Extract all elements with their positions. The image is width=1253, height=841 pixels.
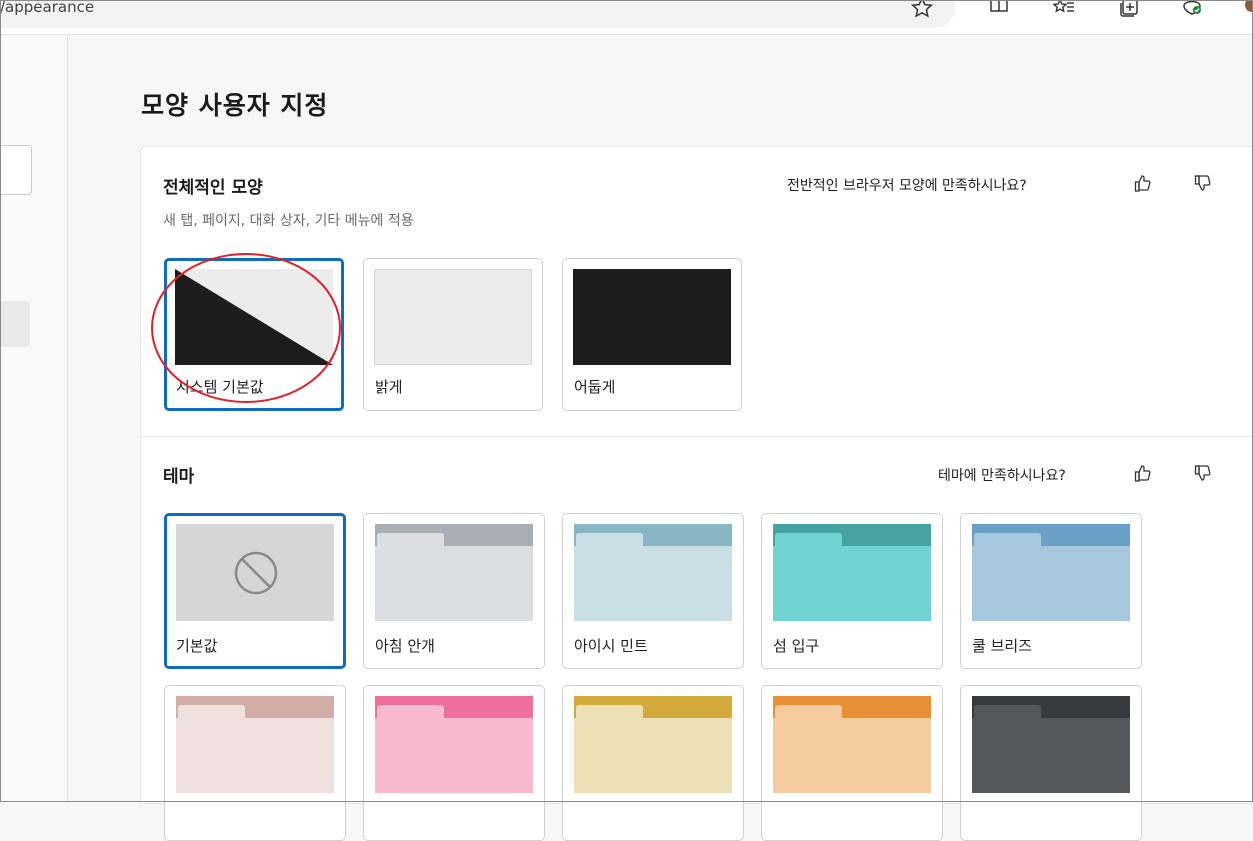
default-theme-preview bbox=[176, 524, 334, 621]
dark-preview bbox=[573, 269, 731, 365]
theme-tile[interactable] bbox=[562, 685, 744, 841]
favorite-star-icon[interactable] bbox=[908, 0, 936, 22]
theme-label: 아이시 민트 bbox=[574, 637, 648, 655]
browser-toolbar: /appearance bbox=[0, 0, 1253, 35]
appearance-option-label: 밝게 bbox=[375, 378, 403, 396]
address-text: /appearance bbox=[0, 0, 95, 16]
theme-folder-preview bbox=[773, 524, 931, 621]
theme-tile-default[interactable]: 기본값 bbox=[164, 513, 346, 669]
no-theme-icon bbox=[234, 551, 278, 595]
collections-icon[interactable] bbox=[1115, 0, 1143, 22]
browser-essentials-icon[interactable] bbox=[1178, 0, 1206, 22]
split-screen-icon[interactable] bbox=[985, 0, 1013, 22]
theme-tile[interactable]: 아이시 민트 bbox=[562, 513, 744, 669]
appearance-option-light[interactable]: 밝게 bbox=[363, 258, 543, 411]
appearance-section-title: 전체적인 모양 bbox=[163, 178, 263, 198]
section-divider bbox=[140, 436, 1253, 437]
theme-tile[interactable] bbox=[363, 685, 545, 841]
theme-tile[interactable]: 쿨 브리즈 bbox=[960, 513, 1142, 669]
profile-avatar-icon[interactable] bbox=[1236, 0, 1253, 22]
theme-tile[interactable] bbox=[960, 685, 1142, 841]
theme-feedback-question: 테마에 만족하시나요? bbox=[938, 468, 1066, 484]
theme-folder-preview bbox=[972, 696, 1130, 793]
settings-search-input[interactable] bbox=[0, 145, 32, 195]
settings-sidebar bbox=[0, 35, 68, 802]
page-title: 모양 사용자 지정 bbox=[141, 91, 329, 120]
annotation-circle bbox=[151, 253, 341, 403]
thumbs-down-icon[interactable] bbox=[1190, 460, 1216, 486]
address-bar[interactable]: /appearance bbox=[0, 0, 955, 28]
theme-folder-preview bbox=[574, 696, 732, 793]
theme-section-title: 테마 bbox=[163, 467, 195, 487]
appearance-feedback-question: 전반적인 브라우저 모양에 만족하시나요? bbox=[787, 178, 1027, 194]
theme-tile[interactable]: 아침 안개 bbox=[363, 513, 545, 669]
thumbs-up-icon[interactable] bbox=[1130, 170, 1156, 196]
favorites-list-icon[interactable] bbox=[1050, 0, 1078, 22]
theme-folder-preview bbox=[375, 524, 533, 621]
appearance-section-subtitle: 새 탭, 페이지, 대화 상자, 기타 메뉴에 적용 bbox=[163, 213, 414, 229]
theme-folder-preview bbox=[375, 696, 533, 793]
thumbs-up-icon[interactable] bbox=[1130, 460, 1156, 486]
appearance-option-label: 어둡게 bbox=[574, 378, 616, 396]
appearance-option-dark[interactable]: 어둡게 bbox=[562, 258, 742, 411]
theme-label: 기본값 bbox=[176, 637, 218, 655]
theme-folder-preview bbox=[972, 524, 1130, 621]
theme-folder-preview bbox=[574, 524, 732, 621]
theme-tile[interactable] bbox=[761, 685, 943, 841]
sidebar-item-appearance[interactable] bbox=[0, 301, 30, 347]
thumbs-down-icon[interactable] bbox=[1190, 170, 1216, 196]
theme-folder-preview bbox=[773, 696, 931, 793]
theme-label: 섬 입구 bbox=[773, 637, 820, 655]
theme-label: 쿨 브리즈 bbox=[972, 637, 1032, 655]
theme-folder-preview bbox=[176, 696, 334, 793]
theme-label: 아침 안개 bbox=[375, 637, 435, 655]
theme-tile[interactable]: 섬 입구 bbox=[761, 513, 943, 669]
light-preview bbox=[374, 269, 532, 365]
theme-tile[interactable] bbox=[164, 685, 346, 841]
